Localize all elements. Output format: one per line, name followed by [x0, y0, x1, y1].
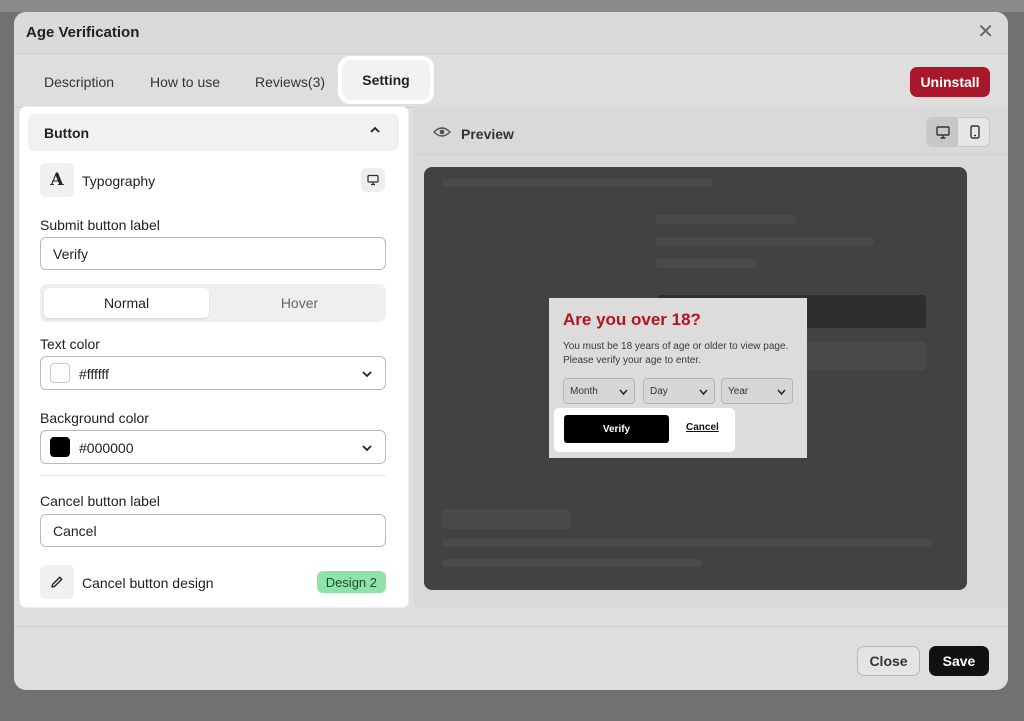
section-title: Button — [44, 125, 90, 141]
chevron-down-icon — [777, 389, 786, 396]
state-hover-option[interactable]: Hover — [217, 288, 382, 318]
save-button[interactable]: Save — [929, 646, 989, 676]
desktop-device-icon[interactable] — [361, 168, 385, 192]
ghost-line — [442, 539, 932, 547]
cancel-design-label: Cancel button design — [82, 575, 214, 591]
ghost-line — [442, 559, 702, 567]
chevron-down-icon — [362, 371, 372, 378]
bg-color-swatch — [50, 437, 70, 457]
ghost-block — [442, 509, 570, 529]
day-select[interactable]: Day — [643, 378, 715, 404]
submit-label-input[interactable] — [40, 237, 386, 270]
modal-title: Age Verification — [26, 24, 140, 41]
ghost-line — [656, 215, 796, 224]
bg-color-title: Background color — [40, 410, 149, 426]
popup-text: You must be 18 years of age or older to … — [563, 341, 789, 366]
state-toggle: Normal Hover — [40, 284, 386, 322]
bg-color-value: #000000 — [79, 440, 134, 456]
typography-icon: A — [40, 163, 74, 197]
desktop-view-button[interactable] — [927, 118, 958, 146]
mobile-view-button[interactable] — [959, 118, 990, 146]
month-select-value: Month — [570, 386, 598, 397]
text-color-select[interactable]: #ffffff — [40, 356, 386, 390]
uninstall-button[interactable]: Uninstall — [910, 67, 990, 97]
submit-label-title: Submit button label — [40, 217, 160, 233]
cancel-design-badge[interactable]: Design 2 — [316, 571, 386, 593]
preview-header: Preview — [414, 107, 1008, 155]
year-select[interactable]: Year — [721, 378, 793, 404]
preview-screen: Are you over 18? You must be 18 years of… — [424, 167, 967, 590]
close-icon[interactable]: ✕ — [977, 22, 994, 42]
cancel-label-input[interactable] — [40, 514, 386, 547]
tab-reviews[interactable]: Reviews(3) — [255, 74, 325, 90]
age-verification-modal: Age Verification ✕ Description How to us… — [14, 12, 1008, 690]
ghost-line — [656, 259, 756, 268]
divider — [40, 475, 386, 476]
eye-icon — [433, 127, 451, 137]
preview-cancel-link[interactable]: Cancel — [686, 422, 719, 433]
bg-color-select[interactable]: #000000 — [40, 430, 386, 464]
tab-how-to-use[interactable]: How to use — [150, 74, 220, 90]
popup-title: Are you over 18? — [563, 310, 701, 329]
ghost-line — [656, 237, 874, 246]
state-normal-option[interactable]: Normal — [44, 288, 209, 318]
chevron-down-icon — [362, 445, 372, 452]
year-select-value: Year — [728, 386, 749, 397]
cancel-label-title: Cancel button label — [40, 493, 160, 509]
typography-label: Typography — [82, 173, 156, 189]
preview-label: Preview — [461, 126, 514, 142]
modal-header: Age Verification ✕ — [14, 12, 1008, 54]
ghost-nav — [442, 179, 712, 187]
settings-panel: Button A Typography Submit button label … — [20, 107, 408, 607]
age-popup: Are you over 18? You must be 18 years of… — [549, 298, 807, 458]
pencil-icon — [40, 565, 74, 599]
chevron-up-icon — [370, 126, 380, 133]
chevron-down-icon — [619, 389, 628, 396]
text-color-swatch — [50, 363, 70, 383]
month-select[interactable]: Month — [563, 378, 635, 404]
text-color-title: Text color — [40, 336, 100, 352]
device-toggle — [926, 117, 990, 147]
preview-area: Preview Are you over 18? You must be 18 … — [414, 107, 1008, 607]
text-color-value: #ffffff — [79, 366, 109, 382]
backdrop-strip — [0, 0, 1024, 12]
chevron-down-icon — [699, 389, 708, 396]
tab-bar: Description How to use Reviews(3) Settin… — [14, 54, 1008, 108]
day-select-value: Day — [650, 386, 668, 397]
preview-verify-button[interactable]: Verify — [564, 415, 669, 443]
modal-footer: Close Save — [14, 626, 1008, 690]
tab-setting[interactable]: Setting — [342, 60, 430, 100]
button-section-header[interactable]: Button — [28, 114, 399, 151]
close-button[interactable]: Close — [857, 646, 920, 676]
tab-description[interactable]: Description — [44, 74, 114, 90]
